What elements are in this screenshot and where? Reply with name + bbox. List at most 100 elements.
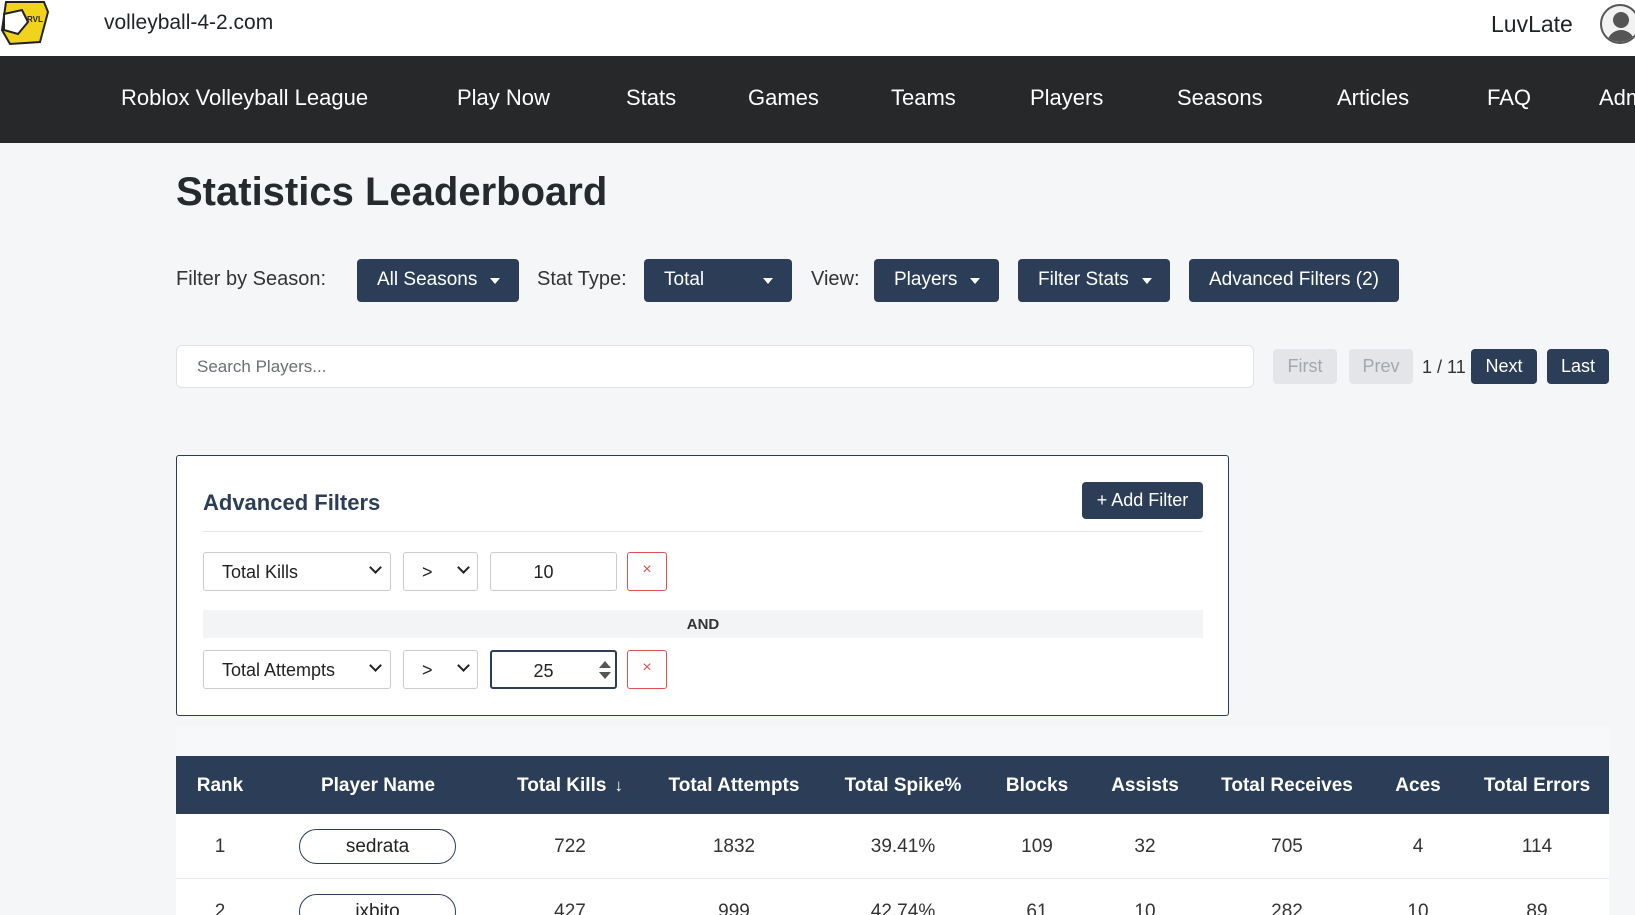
stat-type-dropdown[interactable]: Total [644,259,792,302]
chevron-down-icon [457,561,470,574]
season-dropdown-value: All Seasons [377,269,478,290]
filter-2-remove-button[interactable]: × [627,650,667,689]
advanced-filters-button[interactable]: Advanced Filters (2) [1189,259,1399,302]
col-header-aces[interactable]: Aces [1395,775,1440,797]
stat-type-label: Stat Type: [537,268,627,290]
search-players-input[interactable] [176,345,1254,388]
cell-blocks: 61 [1026,901,1048,915]
table-row[interactable]: 2 ixbito 427 999 42.74% 61 10 282 10 89 [176,879,1609,915]
close-icon: × [642,561,652,578]
filter-1-value-input[interactable]: 10 [490,552,617,591]
logo-text: RVL [27,15,43,24]
filter-2-operator-value: > [422,660,433,680]
season-dropdown[interactable]: All Seasons [357,259,519,302]
advanced-filters-panel: Advanced Filters + Add Filter Total Kill… [176,455,1229,716]
col-header-total-kills[interactable]: Total Kills ↓ [517,775,623,797]
col-header-assists[interactable]: Assists [1111,775,1179,797]
player-name-link[interactable]: sedrata [299,829,456,864]
cell-total-attempts: 999 [718,901,750,915]
col-header-total-kills-label: Total Kills [517,775,607,796]
filter-1-operator-select[interactable]: > [403,552,478,591]
panel-divider [203,531,1203,532]
avatar-body [1607,30,1635,42]
filter-2-field-value: Total Attempts [222,660,336,680]
chevron-down-icon [457,659,470,672]
table-body: 1 sedrata 722 1832 39.41% 109 32 705 4 1… [176,814,1609,915]
nav-item-articles[interactable]: Articles [1337,85,1409,111]
view-dropdown-value: Players [894,269,958,290]
cell-total-receives: 282 [1271,901,1303,915]
next-page-button[interactable]: Next [1471,349,1537,384]
col-header-player-name[interactable]: Player Name [321,775,435,797]
user-avatar-icon[interactable] [1600,4,1635,44]
cell-assists: 10 [1134,901,1156,915]
filter-2-value: 25 [533,661,554,681]
filter-1-remove-button[interactable]: × [627,552,667,591]
nav-item-seasons[interactable]: Seasons [1177,85,1263,111]
col-header-total-spike-pct[interactable]: Total Spike% [845,775,962,797]
filter-1-field-select[interactable]: Total Kills [203,552,391,591]
filter-2-operator-select[interactable]: > [403,650,478,689]
col-header-total-errors[interactable]: Total Errors [1484,775,1590,797]
nav-item-teams[interactable]: Teams [891,85,956,111]
chevron-down-icon [369,561,382,574]
nav-item-stats[interactable]: Stats [626,85,676,111]
chevron-down-icon [763,278,773,284]
close-icon: × [642,659,652,676]
table-header: Rank Player Name Total Kills ↓ Total Atte… [176,756,1609,814]
advanced-filters-button-label: Advanced Filters (2) [1209,269,1380,290]
filter-stats-dropdown[interactable]: Filter Stats [1018,259,1170,302]
filter-1-field-value: Total Kills [222,562,299,582]
cell-total-errors: 89 [1526,901,1548,915]
sort-down-arrow-icon: ↓ [614,776,623,795]
filter-stats-label: Filter Stats [1038,269,1129,290]
chevron-down-icon [490,278,500,284]
advanced-filters-title: Advanced Filters [203,490,381,515]
nav-item-admin[interactable]: Adm [1599,85,1635,111]
cell-rank: 1 [214,836,226,857]
page-title: Statistics Leaderboard [176,170,608,214]
col-header-rank[interactable]: Rank [197,775,243,797]
nav-item-games[interactable]: Games [748,85,819,111]
player-name-link[interactable]: ixbito [299,894,456,915]
filter-2-value-input[interactable]: 25 [490,650,617,689]
prev-page-button[interactable]: Prev [1349,349,1413,384]
first-page-button[interactable]: First [1273,349,1337,384]
table-row[interactable]: 1 sedrata 722 1832 39.41% 109 32 705 4 1… [176,814,1609,879]
filter-conjunction: AND [203,610,1203,638]
nav-item-players[interactable]: Players [1030,85,1103,111]
filter-1-value: 10 [533,562,554,582]
season-filter-label: Filter by Season: [176,268,327,290]
last-page-button[interactable]: Last [1547,349,1609,384]
cell-blocks: 109 [1021,836,1053,857]
add-filter-button[interactable]: + Add Filter [1082,482,1203,519]
cell-total-spike-pct: 39.41% [870,836,936,857]
view-label: View: [811,268,860,290]
chevron-down-icon [369,659,382,672]
view-dropdown[interactable]: Players [874,259,999,302]
page-indicator: 1 / 11 [1422,357,1466,377]
cell-aces: 4 [1412,836,1424,857]
cell-rank: 2 [214,901,226,915]
filter-1-operator-value: > [422,562,433,582]
avatar-head [1613,12,1629,28]
cell-total-receives: 705 [1271,836,1303,857]
col-header-total-attempts[interactable]: Total Attempts [669,775,800,797]
stat-type-dropdown-value: Total [664,269,705,290]
cell-total-kills: 722 [554,836,586,857]
top-bar: RVL volleyball-4-2.com LuvLate [0,0,1635,56]
site-domain[interactable]: volleyball-4-2.com [104,11,273,35]
username[interactable]: LuvLate [1491,11,1573,38]
nav-item-faq[interactable]: FAQ [1487,85,1531,111]
main-navbar: Roblox Volleyball League Play Now Stats … [0,56,1635,143]
table-container-top [176,726,1609,756]
nav-item-league[interactable]: Roblox Volleyball League [121,85,368,111]
rvl-shield-logo[interactable]: RVL [0,0,50,46]
filter-2-field-select[interactable]: Total Attempts [203,650,391,689]
col-header-blocks[interactable]: Blocks [1006,775,1068,797]
cell-total-attempts: 1832 [712,836,756,857]
col-header-total-receives[interactable]: Total Receives [1221,775,1353,797]
nav-item-play-now[interactable]: Play Now [457,85,550,111]
cell-total-spike-pct: 42.74% [870,901,936,915]
chevron-down-icon [970,278,980,284]
